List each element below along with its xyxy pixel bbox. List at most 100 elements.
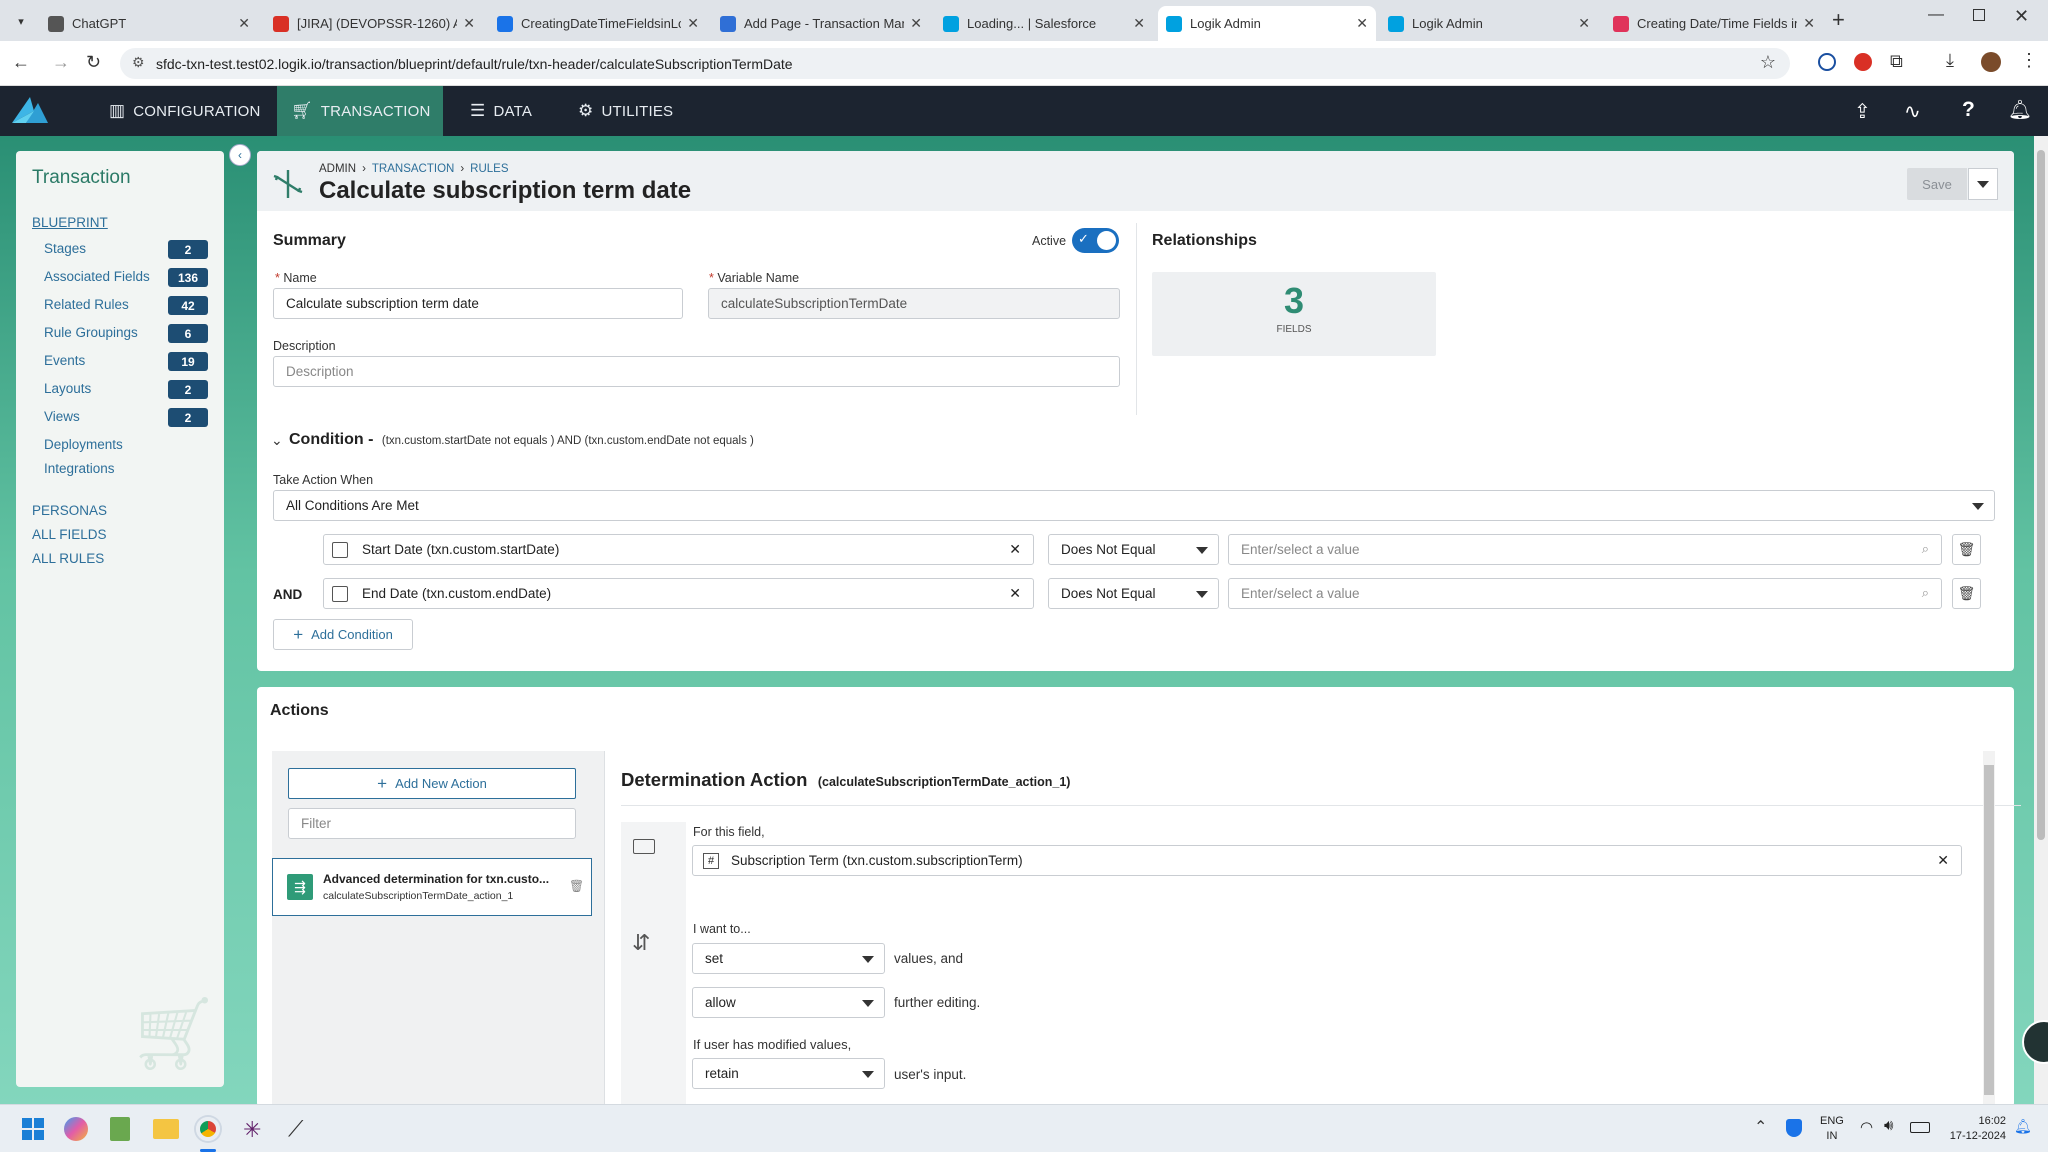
close-tab-icon[interactable]: ✕	[910, 15, 922, 32]
volume-icon[interactable]: 🔊︎	[1884, 1117, 1893, 1134]
breadcrumb-rules[interactable]: RULES	[470, 163, 508, 175]
condition-value-input[interactable]: Enter/select a value ⌕	[1228, 578, 1942, 609]
forward-arrow-icon[interactable]: →	[52, 52, 70, 73]
delete-condition-button[interactable]: 🗑︎	[1952, 534, 1981, 565]
app-feather-icon[interactable]: ⟋	[288, 1116, 303, 1142]
browser-tab[interactable]: Creating Date/Time Fields in ✕	[1605, 6, 1823, 41]
add-new-action-button[interactable]: + Add New Action	[288, 768, 576, 799]
password-manager-icon[interactable]	[1818, 53, 1836, 71]
file-explorer-icon[interactable]	[153, 1119, 179, 1139]
back-arrow-icon[interactable]: ←	[12, 52, 30, 73]
windows-start-icon[interactable]	[22, 1118, 44, 1140]
condition-operator-select[interactable]: Does Not Equal	[1048, 578, 1219, 609]
detail-scrollbar[interactable]	[1983, 751, 1995, 1107]
sidebar-item-associated-fields[interactable]: Associated Fields	[44, 269, 150, 284]
active-toggle[interactable]: ✓	[1072, 228, 1119, 253]
sidebar-item-related-rules[interactable]: Related Rules	[44, 297, 129, 312]
delete-condition-button[interactable]: 🗑︎	[1952, 578, 1981, 609]
allow-editing-select[interactable]: allow	[692, 987, 885, 1018]
browser-tab[interactable]: CreatingDateTimeFieldsinLo ✕	[489, 6, 707, 41]
close-tab-icon[interactable]: ✕	[687, 15, 699, 32]
language-indicator[interactable]: ENG IN	[1820, 1114, 1844, 1144]
delete-action-icon[interactable]: 🗑︎	[569, 879, 584, 893]
target-field-select[interactable]: # Subscription Term (txn.custom.subscrip…	[692, 845, 1962, 876]
close-tab-icon[interactable]: ✕	[463, 15, 475, 32]
clear-field-icon[interactable]: ✕	[1009, 585, 1021, 602]
add-condition-button[interactable]: + Add Condition	[273, 619, 413, 650]
download-icon[interactable]: ⤓	[1946, 50, 1954, 71]
detail-scrollbar-thumb[interactable]	[1984, 765, 1994, 1095]
bookmark-star-icon[interactable]: ☆	[1760, 52, 1776, 73]
collapse-sidebar-button[interactable]: ‹	[229, 144, 251, 166]
browser-menu-icon[interactable]: ⋮	[2020, 50, 2038, 71]
sidebar-blueprint-link[interactable]: BLUEPRINT	[32, 215, 108, 230]
relationships-fields-tile[interactable]: 3 FIELDS	[1152, 272, 1436, 356]
breadcrumb-transaction[interactable]: TRANSACTION	[372, 163, 454, 175]
browser-tab[interactable]: ChatGPT ✕	[40, 6, 258, 41]
minimize-button[interactable]: —	[1928, 6, 1944, 24]
browser-tab[interactable]: Loading... | Salesforce ✕	[935, 6, 1153, 41]
slack-icon[interactable]: ✳	[243, 1117, 261, 1143]
variable-name-field[interactable]: calculateSubscriptionTermDate	[708, 288, 1120, 319]
tray-chevron-icon[interactable]: ⌃	[1754, 1117, 1767, 1137]
browser-tab[interactable]: Add Page - Transaction Mana ✕	[712, 6, 930, 41]
sidebar-all-fields-link[interactable]: ALL FIELDS	[32, 527, 107, 542]
browser-tab[interactable]: Logik Admin ✕	[1158, 6, 1376, 41]
condition-collapse-chevron-icon[interactable]: ⌄	[271, 432, 283, 449]
condition-field-select[interactable]: Start Date (txn.custom.startDate) ✕	[323, 534, 1034, 565]
nav-transaction[interactable]: 🛒︎ TRANSACTION	[277, 86, 443, 136]
maximize-button[interactable]	[1973, 9, 1985, 21]
condition-value-input[interactable]: Enter/select a value ⌕	[1228, 534, 1942, 565]
sidebar-item-integrations[interactable]: Integrations	[44, 461, 115, 476]
tab-search-icon[interactable]: ▾	[10, 10, 32, 32]
copilot-icon[interactable]	[64, 1117, 88, 1141]
save-button[interactable]: Save	[1907, 168, 1967, 200]
sidebar-item-stages[interactable]: Stages	[44, 241, 86, 256]
condition-operator-select[interactable]: Does Not Equal	[1048, 534, 1219, 565]
sidebar-item-events[interactable]: Events	[44, 353, 85, 368]
close-tab-icon[interactable]: ✕	[1133, 15, 1145, 32]
sidebar-personas-link[interactable]: PERSONAS	[32, 503, 107, 518]
defender-icon[interactable]	[1786, 1119, 1802, 1137]
set-verb-select[interactable]: set	[692, 943, 885, 974]
logik-logo[interactable]	[8, 95, 52, 127]
sidebar-item-layouts[interactable]: Layouts	[44, 381, 91, 396]
new-tab-button[interactable]: +	[1832, 7, 1845, 33]
clock[interactable]: 16:02 17-12-2024	[1936, 1114, 2006, 1144]
profile-avatar[interactable]	[1981, 52, 2001, 72]
sidebar-item-deployments[interactable]: Deployments	[44, 437, 123, 452]
close-tab-icon[interactable]: ✕	[1803, 15, 1815, 32]
close-tab-icon[interactable]: ✕	[1578, 15, 1590, 32]
retain-input-select[interactable]: retain	[692, 1058, 885, 1089]
breadcrumb-admin[interactable]: ADMIN	[319, 163, 356, 175]
address-bar[interactable]: ⚙ sfdc-txn-test.test02.logik.io/transact…	[120, 48, 1790, 79]
clear-field-icon[interactable]: ✕	[1937, 852, 1949, 869]
nav-configuration[interactable]: ▥ CONFIGURATION	[95, 86, 275, 136]
nav-data[interactable]: ☰ DATA	[456, 86, 546, 136]
browser-tab[interactable]: Logik Admin ✕	[1380, 6, 1598, 41]
extensions-puzzle-icon[interactable]: ⧉	[1890, 51, 1903, 72]
browser-tab[interactable]: [JIRA] (DEVOPSSR-1260) Acc ✕	[265, 6, 483, 41]
activity-icon[interactable]: ∿	[1904, 99, 1921, 124]
reload-icon[interactable]: ↻	[86, 52, 101, 73]
sidebar-item-rule-groupings[interactable]: Rule Groupings	[44, 325, 138, 340]
name-field[interactable]: Calculate subscription term date	[273, 288, 683, 319]
close-tab-icon[interactable]: ✕	[238, 15, 250, 32]
condition-field-select[interactable]: End Date (txn.custom.endDate) ✕	[323, 578, 1034, 609]
chrome-icon[interactable]	[196, 1117, 220, 1141]
close-window-button[interactable]: ✕	[2014, 6, 2029, 27]
action-filter-input[interactable]: Filter	[288, 808, 576, 839]
site-info-icon[interactable]: ⚙	[132, 54, 145, 71]
action-list-item[interactable]: ⇶ Advanced determination for txn.custo..…	[272, 858, 592, 916]
extension-badge-icon[interactable]	[1854, 53, 1872, 71]
close-tab-icon[interactable]: ✕	[1356, 15, 1368, 32]
page-scrollbar[interactable]	[2034, 136, 2048, 1104]
notification-icon[interactable]: 🔔︎	[2014, 1118, 2032, 1135]
description-field[interactable]: Description	[273, 356, 1120, 387]
clear-field-icon[interactable]: ✕	[1009, 541, 1021, 558]
battery-icon[interactable]	[1910, 1122, 1930, 1133]
page-scrollbar-thumb[interactable]	[2037, 150, 2045, 840]
notepad-icon[interactable]	[110, 1117, 130, 1141]
sidebar-all-rules-link[interactable]: ALL RULES	[32, 551, 104, 566]
nav-utilities[interactable]: ⚙ UTILITIES	[564, 86, 687, 136]
